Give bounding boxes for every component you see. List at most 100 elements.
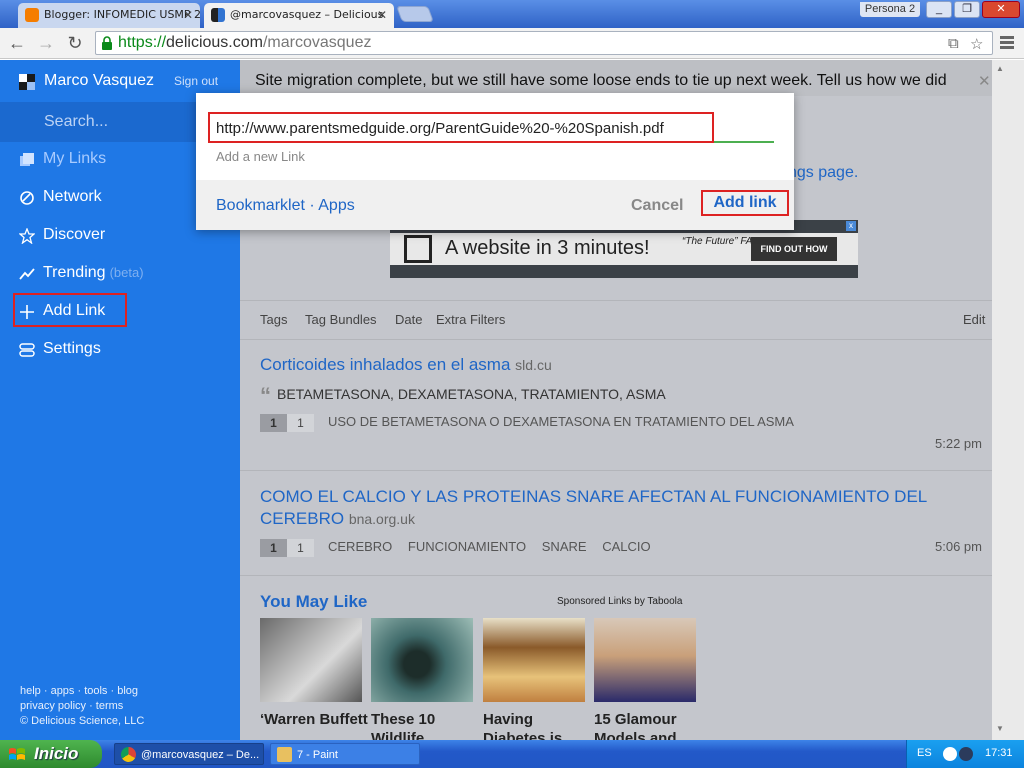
sidebar-item-settings[interactable]: Settings bbox=[0, 332, 240, 370]
post-title[interactable]: Corticoides inhalados en el asma sld.cu bbox=[260, 354, 950, 376]
recommendation-caption[interactable]: 15 Glamour Models and bbox=[594, 710, 704, 740]
settings-page-link[interactable]: ngs page. bbox=[788, 164, 858, 182]
filter-extra[interactable]: Extra Filters bbox=[436, 312, 505, 327]
ad-cta-button[interactable]: FIND OUT HOW bbox=[751, 237, 837, 261]
post-time: 5:22 pm bbox=[935, 436, 982, 451]
save-count[interactable]: 1 bbox=[260, 539, 287, 557]
browser-toolbar: ← → ↻ https://delicious.com/marcovasquez… bbox=[0, 28, 1024, 59]
ad-choices-icon[interactable]: x bbox=[846, 221, 856, 231]
save-count[interactable]: 1 bbox=[260, 414, 287, 432]
tab-title: @marcovasquez – Delicious bbox=[230, 8, 384, 21]
profile-label[interactable]: Persona 2 bbox=[860, 2, 920, 17]
banner-text: Site migration complete, but we still ha… bbox=[255, 72, 947, 89]
ad-headline: A website in 3 minutes! bbox=[445, 237, 650, 259]
close-icon[interactable]: ✕ bbox=[978, 72, 991, 90]
tray-arrow-icon[interactable] bbox=[943, 747, 957, 761]
post-quote: “BETAMETASONA, DEXAMETASONA, TRATAMIENTO… bbox=[260, 383, 666, 408]
tag[interactable]: FUNCIONAMIENTO bbox=[408, 539, 526, 554]
recommendation-caption[interactable]: ‘Warren Buffett bbox=[260, 710, 370, 729]
share-count[interactable]: 1 bbox=[287, 414, 314, 432]
tag[interactable]: USO DE BETAMETASONA O DEXAMETASONA EN TR… bbox=[328, 414, 794, 429]
tag[interactable]: CEREBRO bbox=[328, 539, 392, 554]
post-domain: sld.cu bbox=[515, 357, 552, 373]
taskbar-paint[interactable]: 7 - Paint bbox=[270, 743, 420, 765]
post-tags: CEREBRO FUNCIONAMIENTO SNARE CALCIO bbox=[328, 539, 663, 554]
close-tab-icon[interactable]: ✕ bbox=[183, 3, 193, 27]
url-text: https://delicious.com/marcovasquez bbox=[118, 34, 372, 51]
post-counts: 11 bbox=[260, 414, 314, 432]
page-scrollbar[interactable]: ▲ ▼ bbox=[992, 60, 1024, 740]
link-url-input[interactable] bbox=[216, 118, 706, 138]
close-window-button[interactable]: ✕ bbox=[982, 1, 1020, 18]
input-underline bbox=[714, 141, 774, 143]
post-domain: bna.org.uk bbox=[348, 511, 415, 527]
minimize-button[interactable]: _ bbox=[926, 1, 952, 18]
tab-delicious[interactable]: @marcovasquez – Delicious ✕ bbox=[204, 3, 394, 28]
translate-icon[interactable]: ⧉ bbox=[948, 35, 959, 52]
tag[interactable]: CALCIO bbox=[602, 539, 650, 554]
sidebar-footer: help · apps · tools · blog privacy polic… bbox=[20, 684, 144, 729]
taskbar-chrome[interactable]: @marcovasquez – De... bbox=[114, 743, 264, 765]
close-tab-icon[interactable]: ✕ bbox=[377, 3, 387, 27]
filter-tags[interactable]: Tags bbox=[260, 312, 287, 327]
post-counts: 11 bbox=[260, 539, 314, 557]
divider bbox=[240, 470, 992, 471]
windows-flag-icon bbox=[9, 748, 25, 760]
back-arrow-icon[interactable]: ← bbox=[6, 32, 28, 54]
quote-icon: “ bbox=[260, 383, 271, 408]
footer-links[interactable]: help · apps · tools · blog bbox=[20, 684, 144, 699]
new-tab-button[interactable] bbox=[396, 6, 434, 22]
maximize-button[interactable]: ❐ bbox=[954, 1, 980, 18]
sign-out-link[interactable]: Sign out bbox=[174, 74, 218, 88]
system-tray: ES 17:31 bbox=[906, 740, 1024, 768]
tray-app-icon[interactable] bbox=[959, 747, 973, 761]
sidebar-item-label: Trending (beta) bbox=[43, 264, 144, 281]
recommendation-thumbnail[interactable] bbox=[371, 618, 473, 702]
recommendation-caption[interactable]: These 10 Wildlife bbox=[371, 710, 481, 740]
input-hint: Add a new Link bbox=[216, 149, 305, 164]
edit-link[interactable]: Edit bbox=[963, 312, 985, 327]
recommendation-thumbnail[interactable] bbox=[483, 618, 585, 702]
bookmarklet-apps-links[interactable]: Bookmarklet · Apps bbox=[216, 197, 355, 215]
recommendation-caption[interactable]: Having Diabetes is bbox=[483, 710, 593, 740]
sidebar-item-label: Settings bbox=[43, 340, 101, 357]
language-indicator[interactable]: ES bbox=[917, 747, 932, 759]
filter-bar: Tags Tag Bundles Date Extra Filters Edit bbox=[240, 300, 992, 340]
cancel-button[interactable]: Cancel bbox=[631, 197, 683, 215]
post-tags: USO DE BETAMETASONA O DEXAMETASONA EN TR… bbox=[328, 414, 806, 429]
filter-date[interactable]: Date bbox=[395, 312, 422, 327]
share-count[interactable]: 1 bbox=[287, 539, 314, 557]
sidebar-item-label: Network bbox=[43, 188, 102, 205]
network-icon bbox=[20, 191, 34, 205]
clock: 17:31 bbox=[985, 747, 1013, 759]
forward-arrow-icon[interactable]: → bbox=[35, 32, 57, 54]
delicious-logo bbox=[19, 74, 35, 90]
tab-title: Blogger: INFOMEDIC USMP 2 bbox=[44, 8, 200, 21]
reload-icon[interactable]: ↻ bbox=[64, 32, 86, 54]
add-link-button[interactable]: Add link bbox=[701, 190, 789, 216]
chrome-icon bbox=[121, 747, 136, 762]
dialog-footer: Bookmarklet · Apps Cancel Add link bbox=[196, 180, 794, 230]
bookmark-star-icon[interactable]: ☆ bbox=[970, 35, 983, 53]
start-button[interactable]: Inicio bbox=[0, 740, 102, 768]
post-title[interactable]: COMO EL CALCIO Y LAS PROTEINAS SNARE AFE… bbox=[260, 486, 950, 530]
scroll-up-icon[interactable]: ▲ bbox=[996, 64, 1004, 73]
blogger-icon bbox=[25, 8, 39, 22]
post-time: 5:06 pm bbox=[935, 539, 982, 554]
recommendation-thumbnail[interactable] bbox=[260, 618, 362, 702]
sidebar-item-trending[interactable]: Trending (beta) bbox=[0, 256, 240, 294]
sponsored-label[interactable]: Sponsored Links by Taboola bbox=[557, 596, 682, 607]
sidebar-item-label: Discover bbox=[43, 226, 106, 243]
tag[interactable]: SNARE bbox=[542, 539, 587, 554]
tab-blogger[interactable]: Blogger: INFOMEDIC USMP 2 ✕ bbox=[18, 3, 200, 28]
filter-tag-bundles[interactable]: Tag Bundles bbox=[305, 312, 377, 327]
add-link-dialog: Add a new Link Bookmarklet · Apps Cancel… bbox=[196, 93, 794, 230]
beta-badge: (beta) bbox=[109, 265, 144, 280]
url-input-highlight bbox=[208, 112, 714, 143]
recommendation-thumbnail[interactable] bbox=[594, 618, 696, 702]
scroll-down-icon[interactable]: ▼ bbox=[996, 724, 1004, 733]
user-name[interactable]: Marco Vasquez bbox=[44, 72, 154, 90]
footer-policy[interactable]: privacy policy · terms bbox=[20, 699, 144, 714]
chrome-menu-icon[interactable] bbox=[998, 34, 1016, 52]
address-bar[interactable]: https://delicious.com/marcovasquez ⧉ ☆ bbox=[95, 31, 993, 55]
